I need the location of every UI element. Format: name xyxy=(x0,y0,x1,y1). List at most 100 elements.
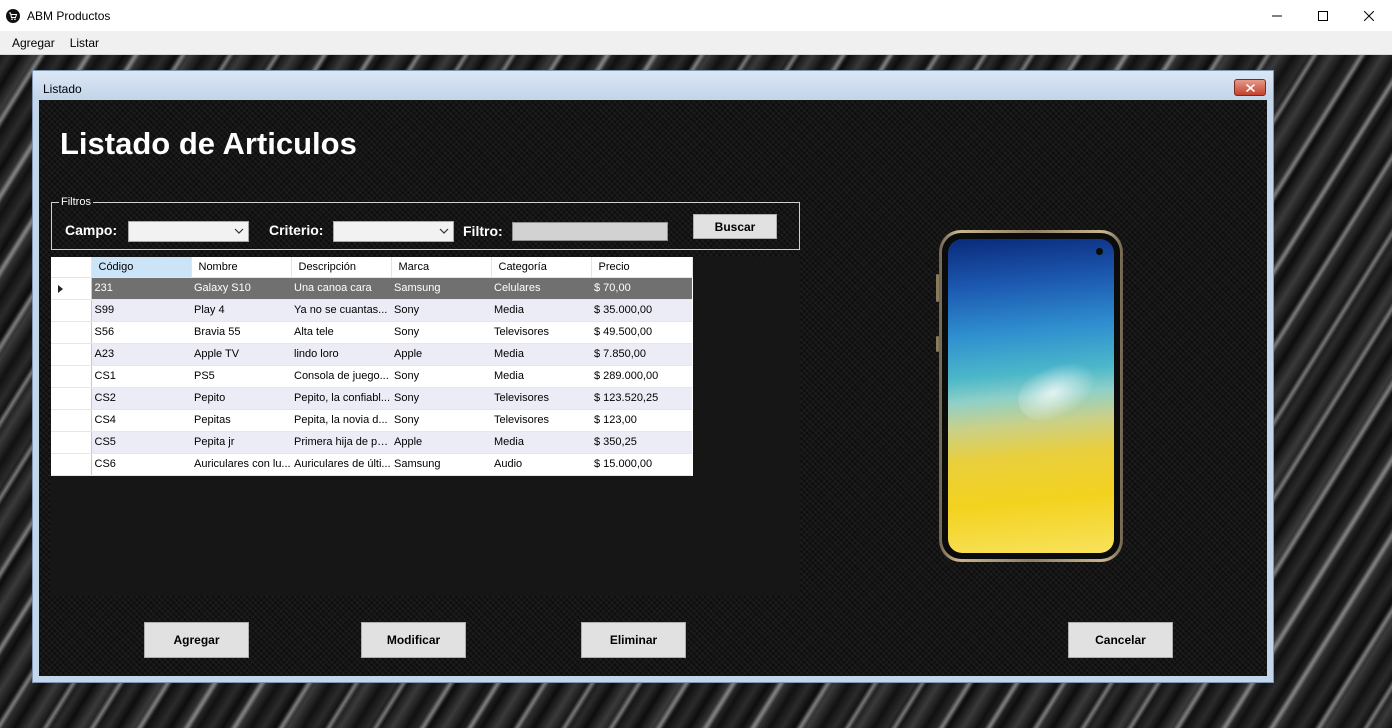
cell-nombre[interactable]: Auriculares con lu... xyxy=(191,453,291,476)
menu-listar[interactable]: Listar xyxy=(64,36,108,50)
cell-categoria[interactable]: Televisores xyxy=(491,409,591,432)
cell-marca[interactable]: Apple xyxy=(391,431,491,454)
table-row[interactable]: CS4 Pepitas Pepita, la novia d... Sony Telev… xyxy=(51,409,692,432)
column-header-marca[interactable]: Marca xyxy=(391,257,492,278)
cell-descripcion[interactable]: Pepita, la novia d... xyxy=(291,409,391,432)
filtro-label: Filtro: xyxy=(463,223,503,239)
criterio-combobox[interactable] xyxy=(333,221,454,242)
cell-marca[interactable]: Samsung xyxy=(391,453,491,476)
cell-marca[interactable]: Sony xyxy=(391,299,491,322)
cell-precio[interactable]: $ 35.000,00 xyxy=(591,299,692,322)
row-header[interactable] xyxy=(51,431,92,454)
cell-codigo[interactable]: S99 xyxy=(91,299,191,322)
cell-categoria[interactable]: Media xyxy=(491,365,591,388)
cell-precio[interactable]: $ 123.520,25 xyxy=(591,387,692,410)
cell-categoria[interactable]: Televisores xyxy=(491,321,591,344)
column-header-nombre[interactable]: Nombre xyxy=(191,257,292,278)
cell-precio[interactable]: $ 350,25 xyxy=(591,431,692,454)
cell-codigo[interactable]: CS1 xyxy=(91,365,191,388)
cell-marca[interactable]: Apple xyxy=(391,343,491,366)
cell-descripcion[interactable]: Una canoa cara xyxy=(291,277,391,300)
row-header[interactable] xyxy=(51,409,92,432)
cell-marca[interactable]: Sony xyxy=(391,409,491,432)
cell-categoria[interactable]: Media xyxy=(491,343,591,366)
row-header[interactable] xyxy=(51,277,92,300)
cell-descripcion[interactable]: Auriculares de últi... xyxy=(291,453,391,476)
cell-nombre[interactable]: Apple TV xyxy=(191,343,291,366)
row-header[interactable] xyxy=(51,387,92,410)
cell-marca[interactable]: Sony xyxy=(391,365,491,388)
cell-nombre[interactable]: Pepito xyxy=(191,387,291,410)
table-row[interactable]: S99 Play 4 Ya no se cuantas... Sony Media $ 3… xyxy=(51,299,692,322)
maximize-button[interactable] xyxy=(1300,0,1346,31)
cell-descripcion[interactable]: Pepito, la confiabl... xyxy=(291,387,391,410)
app-title: ABM Productos xyxy=(27,8,111,23)
cell-categoria[interactable]: Media xyxy=(491,431,591,454)
table-row[interactable]: A23 Apple TV lindo loro Apple Media $ 7.850,0… xyxy=(51,343,692,366)
cell-categoria[interactable]: Televisores xyxy=(491,387,591,410)
cell-marca[interactable]: Sony xyxy=(391,321,491,344)
table-row[interactable]: CS5 Pepita jr Primera hija de pe... Apple Me… xyxy=(51,431,692,454)
cell-categoria[interactable]: Audio xyxy=(491,453,591,476)
eliminar-button[interactable]: Eliminar xyxy=(581,622,686,658)
camera-icon xyxy=(1096,248,1103,255)
column-header-categoria[interactable]: Categoría xyxy=(491,257,592,278)
cell-categoria[interactable]: Media xyxy=(491,299,591,322)
cell-codigo[interactable]: A23 xyxy=(91,343,191,366)
agregar-button[interactable]: Agregar xyxy=(144,622,249,658)
grid-corner[interactable] xyxy=(51,257,92,278)
cell-descripcion[interactable]: Ya no se cuantas... xyxy=(291,299,391,322)
app-titlebar: ABM Productos xyxy=(0,0,1392,31)
row-header[interactable] xyxy=(51,299,92,322)
table-row[interactable]: CS1 PS5 Consola de juego... Sony Media $ 289.… xyxy=(51,365,692,388)
listado-close-button[interactable] xyxy=(1234,79,1266,96)
modificar-button[interactable]: Modificar xyxy=(361,622,466,658)
cell-descripcion[interactable]: Alta tele xyxy=(291,321,391,344)
menu-agregar[interactable]: Agregar xyxy=(0,36,64,50)
table-row[interactable]: CS6 Auriculares con lu... Auriculares de ú… xyxy=(51,453,692,476)
cell-precio[interactable]: $ 7.850,00 xyxy=(591,343,692,366)
cell-precio[interactable]: $ 49.500,00 xyxy=(591,321,692,344)
cancelar-button[interactable]: Cancelar xyxy=(1068,622,1173,658)
minimize-button[interactable] xyxy=(1254,0,1300,31)
buscar-button[interactable]: Buscar xyxy=(693,214,777,239)
cell-precio[interactable]: $ 289.000,00 xyxy=(591,365,692,388)
cell-codigo[interactable]: CS6 xyxy=(91,453,191,476)
column-header-precio[interactable]: Precio xyxy=(591,257,693,278)
cell-nombre[interactable]: Galaxy S10 xyxy=(191,277,291,300)
table-row[interactable]: 231 Galaxy S10 Una canoa cara Samsung Celula… xyxy=(51,277,692,300)
cell-codigo[interactable]: CS4 xyxy=(91,409,191,432)
row-header[interactable] xyxy=(51,343,92,366)
cell-nombre[interactable]: Pepita jr xyxy=(191,431,291,454)
cell-descripcion[interactable]: lindo loro xyxy=(291,343,391,366)
cell-descripcion[interactable]: Consola de juego... xyxy=(291,365,391,388)
cell-codigo[interactable]: CS5 xyxy=(91,431,191,454)
app-cart-icon xyxy=(6,8,20,23)
cell-nombre[interactable]: Play 4 xyxy=(191,299,291,322)
table-row[interactable]: S56 Bravia 55 Alta tele Sony Televisores $ 49… xyxy=(51,321,692,344)
cell-nombre[interactable]: Pepitas xyxy=(191,409,291,432)
cell-categoria[interactable]: Celulares xyxy=(491,277,591,300)
table-row[interactable]: CS2 Pepito Pepito, la confiabl... Sony Telev… xyxy=(51,387,692,410)
close-button[interactable] xyxy=(1346,0,1392,31)
cell-marca[interactable]: Sony xyxy=(391,387,491,410)
cell-precio[interactable]: $ 70,00 xyxy=(591,277,692,300)
maximize-icon xyxy=(1318,10,1328,21)
page-title: Listado de Articulos xyxy=(60,126,357,161)
filtro-input[interactable] xyxy=(512,222,668,241)
cell-nombre[interactable]: PS5 xyxy=(191,365,291,388)
row-header[interactable] xyxy=(51,321,92,344)
cell-codigo[interactable]: CS2 xyxy=(91,387,191,410)
cell-codigo[interactable]: 231 xyxy=(91,277,191,300)
column-header-descripcion[interactable]: Descripción xyxy=(291,257,392,278)
cell-precio[interactable]: $ 15.000,00 xyxy=(591,453,692,476)
cell-descripcion[interactable]: Primera hija de pe... xyxy=(291,431,391,454)
campo-combobox[interactable] xyxy=(128,221,249,242)
column-header-codigo[interactable]: Código xyxy=(91,257,192,278)
row-header[interactable] xyxy=(51,453,92,476)
cell-marca[interactable]: Samsung xyxy=(391,277,491,300)
cell-precio[interactable]: $ 123,00 xyxy=(591,409,692,432)
cell-codigo[interactable]: S56 xyxy=(91,321,191,344)
cell-nombre[interactable]: Bravia 55 xyxy=(191,321,291,344)
row-header[interactable] xyxy=(51,365,92,388)
